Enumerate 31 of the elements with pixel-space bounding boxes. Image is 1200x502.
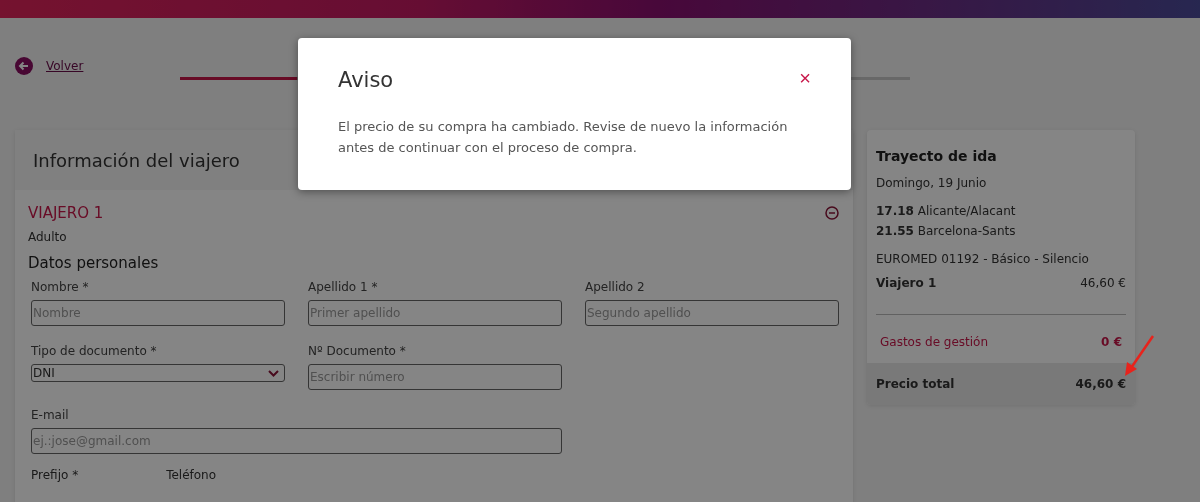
price-label: Viajero 1 — [876, 276, 937, 290]
card-title: Información del viajero — [33, 149, 240, 171]
field-label: Prefijo * — [31, 468, 79, 482]
field-label: Apellido 2 — [585, 280, 646, 294]
price-value: 46,60 € — [1080, 276, 1126, 290]
section-title: Datos personales — [28, 254, 160, 272]
train-info: EUROMED 01192 - Básico - Silencio — [876, 252, 1090, 266]
fee-label: Gastos de gestión — [880, 335, 989, 349]
select-field[interactable]: DNI — [31, 364, 285, 382]
traveler-type: Adulto — [28, 230, 68, 244]
field-label: Nº Documento * — [308, 344, 407, 358]
dialog-message: El precio de su compra ha cambiado. Revise de nuevo la información antes de continuar con el proceso de compra. — [338, 118, 788, 157]
field-label: E-mail — [31, 408, 70, 422]
field-label: Teléfono — [166, 468, 217, 482]
close-button[interactable]: × — [799, 68, 811, 88]
stop-text: 17.18 Alicante/Alacant — [876, 204, 1017, 218]
chevron-down-icon — [268, 369, 279, 377]
traveler-heading: VIAJERO 1 — [28, 204, 104, 222]
total-value: 46,60 € — [1075, 377, 1126, 391]
back-link[interactable]: Volver — [15, 57, 180, 75]
dialog-title: Aviso — [338, 68, 394, 92]
field-label: Tipo de documento * — [31, 344, 158, 358]
stop-text: 21.55 Barcelona-Sants — [876, 224, 1017, 238]
field-label: Apellido 1 * — [308, 280, 379, 294]
annotation-arrow — [1123, 334, 1155, 378]
total-label: Precio total — [876, 377, 955, 391]
trip-date: Domingo, 19 Junio — [876, 176, 988, 190]
collapse-icon[interactable] — [825, 206, 839, 220]
field-label: Nombre * — [31, 280, 90, 294]
summary-title: Trayecto de ida — [876, 148, 998, 164]
fee-value: 0 € — [1101, 335, 1122, 349]
